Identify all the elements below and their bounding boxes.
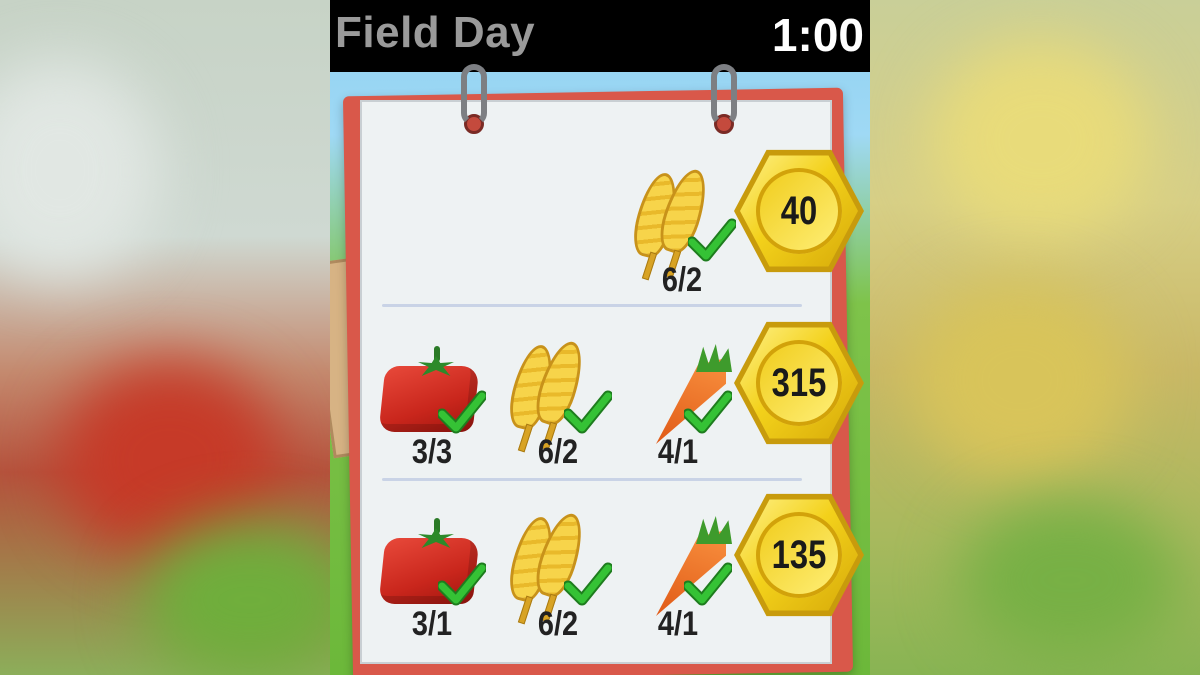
order-3-item-wheat[interactable]: 6/2	[498, 504, 618, 644]
blurred-backdrop-left	[0, 0, 330, 675]
item-count: 4/1	[657, 605, 699, 643]
item-count: 4/1	[657, 433, 699, 471]
binder-ring-left	[461, 64, 487, 126]
item-count: 3/1	[411, 605, 453, 643]
order-2-item-wheat[interactable]: 6/2	[498, 332, 618, 472]
row-divider	[382, 478, 802, 481]
order-2-reward[interactable]: 315	[734, 318, 864, 448]
order-3-item-carrot[interactable]: 4/1	[618, 504, 738, 644]
order-3-item-tomato[interactable]: 3/1	[372, 504, 492, 644]
item-count: 6/2	[661, 261, 703, 299]
checkmark-icon	[436, 390, 488, 434]
item-count: 3/3	[411, 433, 453, 471]
clock: 1:00	[771, 9, 864, 61]
watch-screen: Field Day 1:00 6/2 40 3/3 6/2 4/1 315 3/…	[330, 0, 870, 675]
blurred-backdrop-right	[870, 0, 1200, 675]
reward-value: 40	[780, 188, 818, 233]
binder-ring-right	[711, 64, 737, 126]
order-2-item-tomato[interactable]: 3/3	[372, 332, 492, 472]
reward-value: 315	[771, 360, 827, 405]
checkmark-icon	[562, 562, 614, 606]
row-divider	[382, 304, 802, 307]
checkmark-icon	[562, 390, 614, 434]
checkmark-icon	[682, 562, 734, 606]
order-2-item-carrot[interactable]: 4/1	[618, 332, 738, 472]
checkmark-icon	[686, 218, 738, 262]
checkmark-icon	[682, 390, 734, 434]
order-3-reward[interactable]: 135	[734, 490, 864, 620]
status-bar: Field Day 1:00	[330, 0, 870, 72]
checkmark-icon	[436, 562, 488, 606]
order-1-reward[interactable]: 40	[734, 146, 864, 276]
app-title: Field Day	[335, 8, 536, 57]
order-1-item-wheat[interactable]: 6/2	[622, 160, 742, 300]
item-count: 6/2	[537, 605, 579, 643]
item-count: 6/2	[537, 433, 579, 471]
reward-value: 135	[771, 532, 827, 577]
